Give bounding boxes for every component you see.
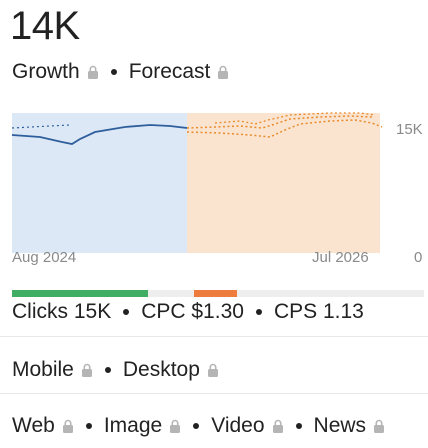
separator-dot [104, 367, 111, 373]
separator-dot [85, 423, 92, 429]
difficulty-bar-orange [194, 290, 237, 297]
separator-dot [110, 69, 117, 75]
x-axis-start-label: Aug 2024 [12, 249, 77, 266]
lock-icon [272, 419, 283, 433]
metrics-row: Clicks 15K CPC $1.30 CPS 1.13 [12, 300, 364, 324]
desktop-option[interactable]: Desktop [123, 358, 200, 382]
cpc-metric: CPC $1.30 [141, 300, 244, 323]
lock-icon [81, 363, 92, 377]
forecast-label[interactable]: Forecast [129, 60, 211, 84]
lock-icon [170, 419, 181, 433]
image-option[interactable]: Image [104, 414, 162, 438]
growth-label[interactable]: Growth [12, 60, 80, 84]
search-volume: 14K [10, 4, 80, 48]
video-option[interactable]: Video [211, 414, 264, 438]
lock-icon [218, 65, 229, 79]
separator-dot [255, 309, 262, 315]
web-option[interactable]: Web [12, 414, 55, 438]
clicks-metric: Clicks 15K [12, 300, 112, 323]
y-axis-min-label: 0 [414, 249, 423, 266]
lock-icon [207, 363, 218, 377]
separator-dot [193, 423, 200, 429]
x-axis-end-label: Jul 2026 [312, 249, 369, 266]
history-area [12, 113, 187, 253]
devices-row: Mobile Desktop [12, 358, 219, 382]
difficulty-bar-green [12, 290, 148, 297]
search-types-row: Web Image Video News [12, 414, 385, 438]
mobile-option[interactable]: Mobile [12, 358, 74, 382]
forecast-area [187, 113, 380, 253]
separator-dot [123, 309, 130, 315]
news-option[interactable]: News [314, 414, 367, 438]
difficulty-bar-gap [176, 290, 194, 297]
lock-icon [62, 419, 73, 433]
lock-icon [87, 65, 98, 79]
divider [0, 336, 428, 337]
growth-forecast-row: Growth Forecast [12, 60, 229, 84]
lock-icon [374, 419, 385, 433]
separator-dot [295, 423, 302, 429]
divider [0, 393, 428, 394]
cps-metric: CPS 1.13 [273, 300, 364, 323]
trend-chart[interactable] [0, 108, 428, 253]
y-axis-max-label: 15K [396, 121, 423, 138]
